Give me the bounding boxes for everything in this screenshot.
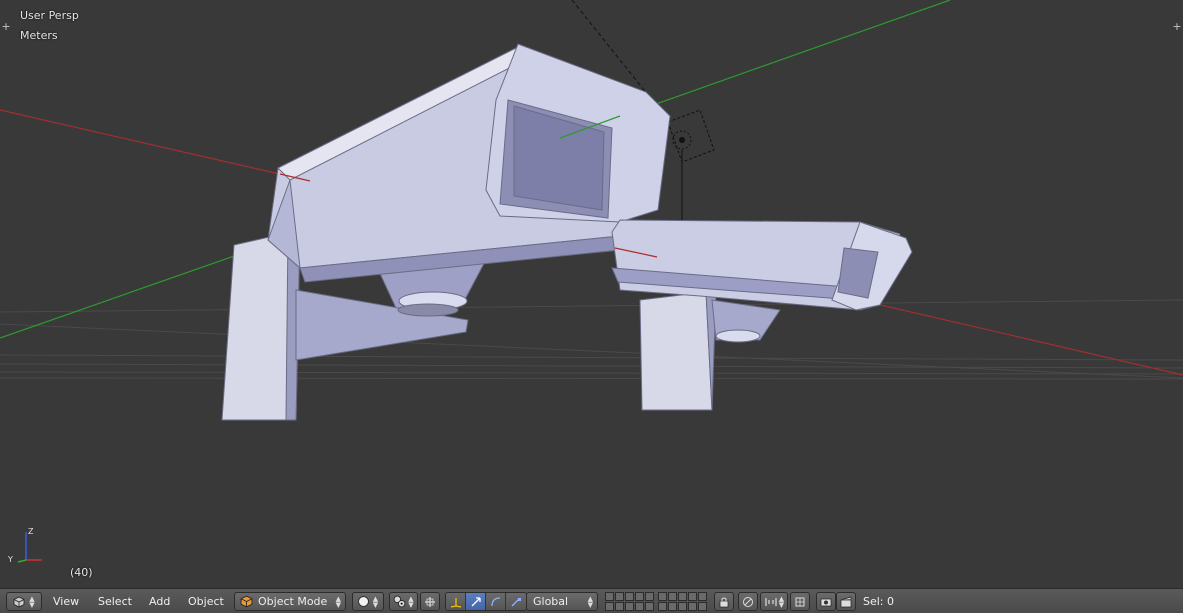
viewport-scene[interactable] <box>0 0 1183 588</box>
3d-viewport[interactable]: User Persp Meters (40) + + Z Y <box>0 0 1183 588</box>
menu-select[interactable]: Select <box>98 594 132 609</box>
translate-icon <box>471 596 481 606</box>
viewport-shading-select[interactable]: ▲ ▼ <box>352 592 384 611</box>
mode-select[interactable]: Object Mode ▲ ▼ <box>234 592 346 611</box>
layer-lock-icon <box>719 597 729 607</box>
region-expand-right[interactable]: + <box>1172 21 1182 33</box>
manipulator-toolbar <box>445 592 527 611</box>
updown-arrows-icon: ▲ ▼ <box>408 594 414 609</box>
editor-type-button[interactable]: ▲ ▼ <box>6 592 42 611</box>
pivot-point-select[interactable]: ▲ ▼ <box>389 592 418 611</box>
snap-element-select[interactable]: ▲ ▼ <box>760 592 788 611</box>
floor-grid <box>0 299 1183 380</box>
current-frame-label: (40) <box>70 566 93 579</box>
menu-view[interactable]: View <box>53 594 79 609</box>
updown-arrows-icon: ▲ ▼ <box>587 594 593 609</box>
render-opengl-button[interactable] <box>816 592 836 611</box>
manipulator-toggle-button[interactable] <box>446 593 466 610</box>
manipulator-toggle-icon <box>450 597 461 608</box>
selection-count: Sel: 0 <box>863 595 895 608</box>
transform-orientation-select[interactable]: Global ▲ ▼ <box>526 592 598 611</box>
view-perspective-label: User Persp <box>20 9 79 22</box>
pivot-only-locations-toggle[interactable] <box>420 592 440 611</box>
menu-object[interactable]: Object <box>188 594 224 609</box>
camera-render-icon <box>820 598 832 606</box>
rotate-manipulator-button[interactable] <box>486 593 506 610</box>
lock-camera-layers-button[interactable] <box>714 592 734 611</box>
scale-manipulator-button[interactable] <box>506 593 526 610</box>
proportional-editing-button[interactable] <box>738 592 758 611</box>
x-axis-line <box>0 109 311 182</box>
render-animation-button[interactable] <box>836 592 856 611</box>
snap-increment-icon <box>765 597 777 606</box>
layers-group-2[interactable] <box>658 592 707 611</box>
updown-arrows-icon: ▲ ▼ <box>29 594 35 609</box>
scale-icon <box>511 597 521 606</box>
proportional-edit-icon <box>743 596 753 607</box>
updown-arrows-icon: ▲ ▼ <box>335 594 341 609</box>
clapperboard-icon <box>840 596 852 607</box>
snap-toggle-button[interactable] <box>790 592 810 611</box>
updown-arrows-icon: ▲ ▼ <box>372 594 379 609</box>
pivot-icon <box>393 595 406 608</box>
gizmo-z-label: Z <box>28 527 34 536</box>
transform-orientation-label: Global <box>533 595 569 608</box>
object-cube-icon <box>240 595 253 608</box>
security-camera-large[interactable] <box>221 43 671 421</box>
axis-gizmo: Z Y <box>7 527 42 564</box>
pivot-locations-icon <box>425 596 435 607</box>
viewport-header: ▲ ▼ View Select Add Object Object Mode ▲ ▼… <box>0 588 1183 613</box>
menu-add[interactable]: Add <box>149 594 170 609</box>
rotate-icon <box>490 596 500 606</box>
snap-magnet-icon <box>795 597 805 606</box>
translate-manipulator-button[interactable] <box>466 593 486 610</box>
security-camera-small[interactable] <box>611 219 913 411</box>
units-label: Meters <box>20 29 58 42</box>
mode-select-label: Object Mode <box>258 595 328 608</box>
updown-arrows-icon: ▲ ▼ <box>778 594 785 609</box>
y-axis-line <box>0 246 261 339</box>
region-expand-left[interactable]: + <box>1 21 11 33</box>
sphere-shading-icon <box>357 596 369 607</box>
cube-icon <box>13 596 25 607</box>
gizmo-y-label: Y <box>7 555 13 564</box>
layers-group-1[interactable] <box>605 592 654 611</box>
